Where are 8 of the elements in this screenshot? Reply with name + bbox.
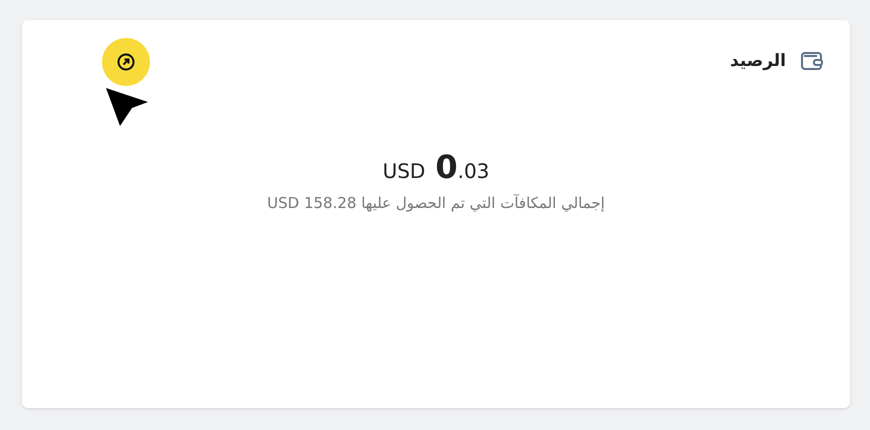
wallet-icon [800,50,824,72]
balance-amount: 0.03 [435,148,490,186]
currency-label: USD [382,159,426,183]
total-rewards-text: إجمالي المكافآت التي تم الحصول عليها USD 158.28 [267,194,605,212]
card-title: الرصيد [730,51,786,71]
open-button[interactable] [102,38,150,86]
cursor-icon [104,86,150,128]
arrow-circle-icon [117,53,135,71]
